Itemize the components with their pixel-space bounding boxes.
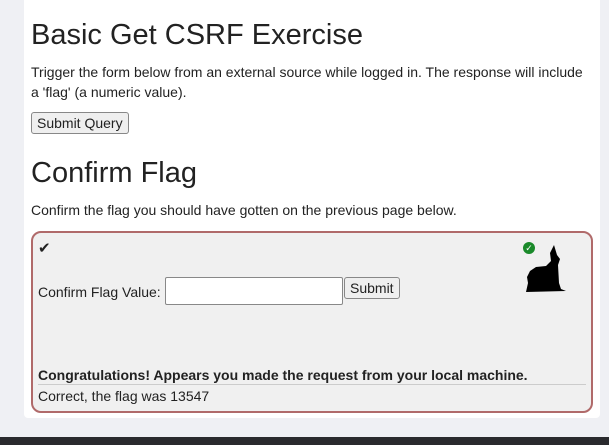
flag-result: Correct, the flag was 13547 <box>38 388 210 404</box>
congrats-message: Congratulations! Appears you made the re… <box>38 367 528 383</box>
success-check-icon: ✓ <box>523 242 535 254</box>
exercise-description: Trigger the form below from an external … <box>31 64 583 100</box>
confirm-description: Confirm the flag you should have gotten … <box>31 202 457 218</box>
content-card: Basic Get CSRF Exercise Trigger the form… <box>24 0 600 418</box>
taskbar <box>0 437 609 445</box>
confirm-title: Confirm Flag <box>31 157 197 189</box>
checkmark-icon: ✔ <box>38 240 51 257</box>
divider <box>38 384 586 385</box>
exercise-title: Basic Get CSRF Exercise <box>31 19 363 51</box>
confirm-flag-panel: ✔ Confirm Flag Value: Submit ✓ Congratul… <box>31 231 593 413</box>
submit-query-button[interactable]: Submit Query <box>31 112 129 134</box>
confirm-flag-label: Confirm Flag Value: <box>38 284 161 300</box>
submit-button[interactable]: Submit <box>344 277 400 299</box>
confirm-flag-input[interactable] <box>165 277 343 305</box>
